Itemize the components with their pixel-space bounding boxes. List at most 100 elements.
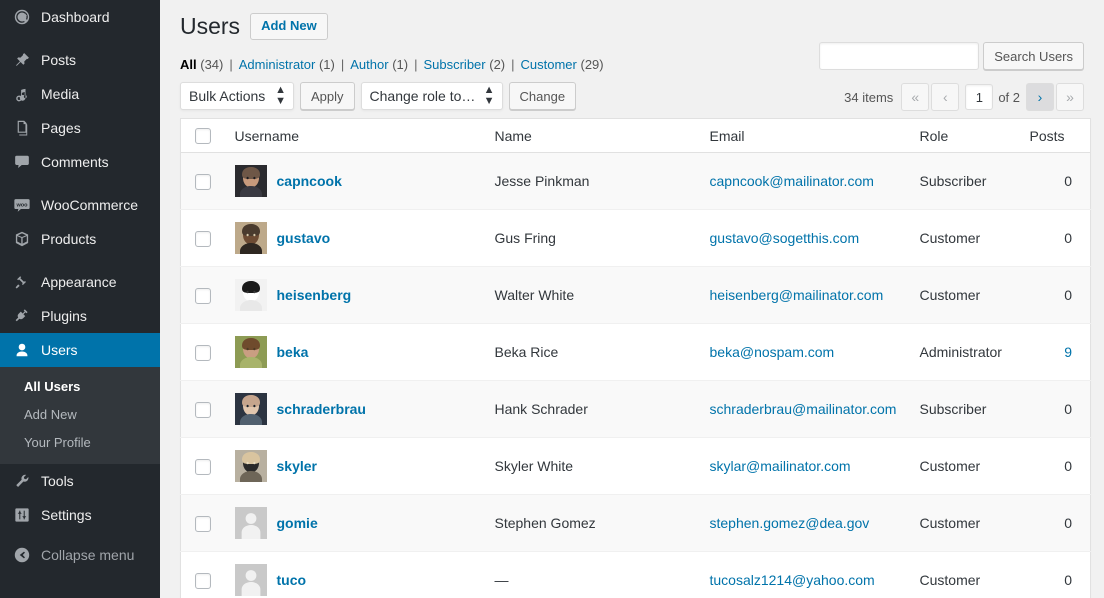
sidebar-item-settings[interactable]: Settings	[0, 498, 160, 532]
sidebar-item-posts[interactable]: Posts	[0, 43, 160, 77]
name-cell: Skyler White	[485, 438, 700, 495]
filter-link-administrator[interactable]: Administrator	[239, 57, 316, 72]
admin-sidebar: Dashboard Posts Media PagesComments wooWooCo…	[0, 0, 160, 598]
avatar	[235, 336, 267, 368]
submenu-item-your-profile[interactable]: Your Profile	[0, 429, 160, 457]
table-row: schraderbrauHank Schraderschraderbrau@ma…	[181, 381, 1091, 438]
username-cell: gustavo	[225, 210, 485, 267]
prev-page-button[interactable]: ‹	[931, 83, 959, 111]
search-users-button[interactable]: Search Users	[983, 42, 1084, 70]
change-button[interactable]: Change	[509, 82, 577, 110]
next-page-button[interactable]: ›	[1026, 83, 1054, 111]
row-checkbox[interactable]	[195, 573, 211, 589]
row-checkbox[interactable]	[195, 288, 211, 304]
filter-link-author[interactable]: Author	[350, 57, 388, 72]
bulk-actions-select[interactable]: Bulk ActionsDelete	[180, 82, 294, 110]
row-checkbox[interactable]	[195, 174, 211, 190]
email-link[interactable]: tucosalz1214@yahoo.com	[710, 572, 875, 588]
column-header-username[interactable]: Username	[225, 119, 485, 153]
row-select-cell	[181, 552, 225, 598]
sidebar-item-woocommerce[interactable]: wooWooCommerce	[0, 188, 160, 222]
add-new-button[interactable]: Add New	[250, 13, 328, 40]
search-input[interactable]	[819, 42, 979, 70]
main-content: Users Add New All (34)|Administrator (1)…	[160, 0, 1104, 598]
filter-link-subscriber[interactable]: Subscriber	[423, 57, 485, 72]
table-head: UsernameNameEmailRolePosts	[181, 119, 1091, 153]
sidebar-item-media[interactable]: Media	[0, 77, 160, 111]
current-page-input[interactable]	[965, 84, 993, 110]
name-cell: Jesse Pinkman	[485, 153, 700, 210]
username-link[interactable]: capncook	[277, 173, 342, 189]
username-cell: schraderbrau	[225, 381, 485, 438]
username-link[interactable]: gustavo	[277, 230, 331, 246]
apply-button[interactable]: Apply	[300, 82, 355, 110]
sidebar-item-comments[interactable]: Comments	[0, 145, 160, 179]
email-cell: beka@nospam.com	[700, 324, 910, 381]
filter-item: All (34)	[180, 55, 223, 75]
first-page-button[interactable]: «	[901, 83, 929, 111]
sidebar-item-plugins[interactable]: Plugins	[0, 299, 160, 333]
email-cell: heisenberg@mailinator.com	[700, 267, 910, 324]
collapse-menu-button[interactable]: Collapse menu	[0, 538, 160, 572]
filter-link-customer[interactable]: Customer	[521, 57, 577, 72]
row-checkbox[interactable]	[195, 345, 211, 361]
pages-icon	[12, 118, 32, 138]
column-header-email[interactable]: Email	[700, 119, 910, 153]
change-role-select[interactable]: Change role to…AdministratorEditorAuthor…	[361, 82, 503, 110]
sidebar-item-appearance[interactable]: Appearance	[0, 265, 160, 299]
username-link[interactable]: schraderbrau	[277, 401, 366, 417]
settings-icon	[12, 505, 32, 525]
email-link[interactable]: heisenberg@mailinator.com	[710, 287, 884, 303]
bulk-actions-group: Bulk ActionsDelete ▲▼ Apply Change role …	[180, 82, 576, 110]
email-link[interactable]: skylar@mailinator.com	[710, 458, 851, 474]
row-checkbox[interactable]	[195, 516, 211, 532]
row-select-cell	[181, 267, 225, 324]
sidebar-item-pages[interactable]: Pages	[0, 111, 160, 145]
posts-cell: 0	[1020, 267, 1091, 324]
sidebar-item-products[interactable]: Products	[0, 222, 160, 256]
row-checkbox[interactable]	[195, 459, 211, 475]
filter-link-all[interactable]: All	[180, 57, 197, 72]
submenu-item-all-users[interactable]: All Users	[0, 373, 160, 401]
row-checkbox[interactable]	[195, 402, 211, 418]
username-link[interactable]: beka	[277, 344, 309, 360]
sidebar-item-dashboard[interactable]: Dashboard	[0, 0, 160, 34]
table-nav-top: Bulk ActionsDelete ▲▼ Apply Change role …	[180, 82, 1084, 112]
posts-count[interactable]: 9	[1064, 344, 1072, 360]
filter-count: (1)	[319, 57, 335, 72]
posts-cell: 0	[1020, 552, 1091, 598]
sidebar-item-users[interactable]: Users	[0, 333, 160, 367]
select-all-checkbox[interactable]	[195, 128, 211, 144]
email-link[interactable]: gustavo@sogetthis.com	[710, 230, 860, 246]
posts-count: 0	[1064, 287, 1072, 303]
username-cell: capncook	[225, 153, 485, 210]
filter-count: (34)	[200, 57, 223, 72]
email-link[interactable]: schraderbrau@mailinator.com	[710, 401, 897, 417]
avatar	[235, 222, 267, 254]
role-cell: Customer	[910, 495, 1020, 552]
username-link[interactable]: gomie	[277, 515, 318, 531]
posts-count: 0	[1064, 515, 1072, 531]
table-row: bekaBeka Ricebeka@nospam.comAdministrato…	[181, 324, 1091, 381]
last-page-button[interactable]: »	[1056, 83, 1084, 111]
username-link[interactable]: heisenberg	[277, 287, 352, 303]
submenu-item-add-new[interactable]: Add New	[0, 401, 160, 429]
sidebar-item-label: Plugins	[41, 309, 87, 323]
users-table: UsernameNameEmailRolePosts capncook Jesse…	[180, 118, 1091, 598]
table-row: capncook Jesse Pinkman capncook@mailinator…	[181, 153, 1091, 210]
items-count: 34 items	[844, 90, 893, 105]
sidebar-item-label: Appearance	[41, 275, 117, 289]
role-cell: Customer	[910, 210, 1020, 267]
row-checkbox[interactable]	[195, 231, 211, 247]
username-link[interactable]: tuco	[277, 572, 307, 588]
users-page: Users Add New All (34)|Administrator (1)…	[180, 0, 1084, 598]
posts-count: 0	[1064, 401, 1072, 417]
sidebar-item-tools[interactable]: Tools	[0, 464, 160, 498]
username-link[interactable]: skyler	[277, 458, 317, 474]
posts-cell: 0	[1020, 381, 1091, 438]
email-link[interactable]: beka@nospam.com	[710, 344, 835, 360]
avatar	[235, 393, 267, 425]
email-link[interactable]: capncook@mailinator.com	[710, 173, 874, 189]
email-link[interactable]: stephen.gomez@dea.gov	[710, 515, 870, 531]
sidebar-item-label: Media	[41, 87, 79, 101]
